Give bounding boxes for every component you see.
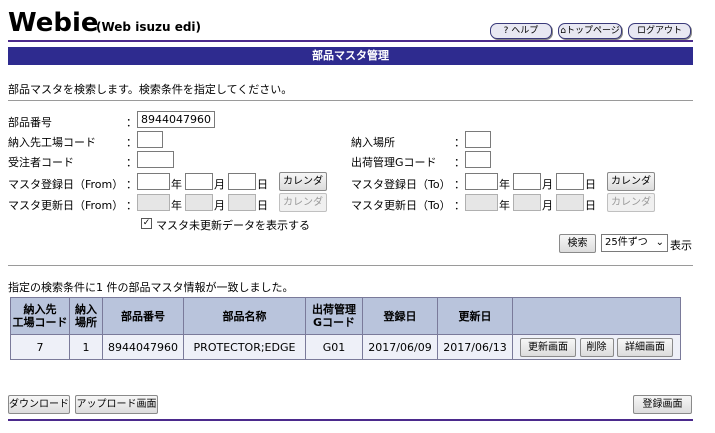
- show-unupdated-label: マスタ未更新データを表示する: [156, 219, 310, 232]
- shipping-g-code-label: 出荷管理Gコード: [351, 156, 437, 169]
- day-label: 日: [585, 199, 596, 212]
- day-label: 日: [257, 199, 268, 212]
- top-page-label: トップページ: [565, 26, 620, 36]
- colon: ：: [126, 156, 137, 169]
- month-label: 月: [214, 199, 225, 212]
- per-page-value: 25件ずつ: [605, 237, 648, 248]
- col-header-part-name: 部品名称: [183, 297, 306, 335]
- cell-updated: 2017/06/13: [437, 334, 513, 360]
- upd-to-calendar-button: カレンダ: [607, 193, 655, 212]
- upd-to-month-input: [513, 194, 541, 211]
- receiver-code-label: 受注者コード: [8, 156, 74, 169]
- cell-plant: 7: [10, 334, 70, 360]
- day-label: 日: [257, 178, 268, 191]
- upd-to-year-input: [465, 194, 498, 211]
- colon: ：: [454, 156, 465, 169]
- reg-to-month-input[interactable]: [513, 173, 541, 190]
- colon: ：: [126, 178, 137, 191]
- reg-from-calendar-button[interactable]: カレンダ: [279, 172, 327, 191]
- divider: [8, 265, 693, 266]
- col-header-updated: 更新日: [437, 297, 513, 335]
- colon: ：: [126, 136, 137, 149]
- upd-from-month-input: [185, 194, 213, 211]
- delivery-place-input[interactable]: [465, 131, 491, 148]
- register-screen-button[interactable]: 登録画面: [633, 395, 692, 414]
- table-header-row: 納入先 工場コード 納入 場所 部品番号 部品名称 出荷管理 Gコード 登録日 …: [10, 297, 681, 335]
- cell-place: 1: [69, 334, 103, 360]
- year-label: 年: [499, 199, 510, 212]
- reg-from-year-input[interactable]: [137, 173, 170, 190]
- header-divider: [8, 40, 693, 42]
- detail-screen-button[interactable]: 詳細画面: [617, 337, 673, 357]
- day-label: 日: [585, 178, 596, 191]
- col-header-registered: 登録日: [362, 297, 438, 335]
- cell-part-no: 8944047960: [102, 334, 184, 360]
- delivery-plant-input[interactable]: [137, 131, 163, 148]
- upd-from-label: マスタ更新日（From）: [8, 199, 124, 212]
- app-logo-subtitle: (Web isuzu edi): [96, 20, 202, 34]
- reg-to-label: マスタ登録日（To）: [351, 178, 451, 191]
- cell-part-name: PROTECTOR;EDGE: [183, 334, 306, 360]
- delivery-place-label: 納入場所: [351, 136, 395, 149]
- year-label: 年: [171, 178, 182, 191]
- upd-from-year-input: [137, 194, 170, 211]
- logout-button[interactable]: ログアウト: [628, 23, 691, 39]
- col-header-g-code: 出荷管理 Gコード: [305, 297, 363, 335]
- per-page-select[interactable]: 25件ずつ ⌄: [601, 234, 668, 252]
- per-page-suffix: 表示: [670, 239, 692, 252]
- show-unupdated-checkbox[interactable]: ✓: [141, 218, 152, 229]
- top-page-button[interactable]: ⌂トップページ: [558, 23, 622, 39]
- month-label: 月: [542, 199, 553, 212]
- footer-divider: [8, 419, 693, 421]
- search-button[interactable]: 検索: [559, 234, 596, 253]
- upd-to-day-input: [556, 194, 584, 211]
- month-label: 月: [214, 178, 225, 191]
- chevron-down-icon: ⌄: [655, 237, 664, 248]
- delete-button[interactable]: 削除: [579, 337, 614, 357]
- month-label: 月: [542, 178, 553, 191]
- upd-to-label: マスタ更新日（To）: [351, 199, 451, 212]
- cell-g-code: G01: [305, 334, 363, 360]
- colon: ：: [454, 178, 465, 191]
- app-logo: Webie: [8, 8, 99, 38]
- col-header-actions: [512, 297, 681, 335]
- reg-to-calendar-button[interactable]: カレンダ: [607, 172, 655, 191]
- receiver-code-input[interactable]: [137, 151, 174, 168]
- result-message: 指定の検索条件に1 件の部品マスタ情報が一致しました。: [8, 281, 294, 294]
- colon: ：: [126, 116, 137, 129]
- cell-actions: 更新画面 削除 詳細画面: [512, 334, 681, 360]
- year-label: 年: [171, 199, 182, 212]
- colon: ：: [126, 199, 137, 212]
- colon: ：: [454, 199, 465, 212]
- col-header-plant: 納入先 工場コード: [10, 297, 70, 335]
- reg-from-month-input[interactable]: [185, 173, 213, 190]
- reg-to-year-input[interactable]: [465, 173, 498, 190]
- year-label: 年: [499, 178, 510, 191]
- update-screen-button[interactable]: 更新画面: [520, 337, 576, 357]
- page-title: 部品マスタ管理: [8, 47, 693, 65]
- cell-registered: 2017/06/09: [362, 334, 438, 360]
- colon: ：: [454, 136, 465, 149]
- part-number-input[interactable]: 8944047960: [137, 111, 215, 128]
- divider: [8, 100, 693, 101]
- upd-from-day-input: [228, 194, 256, 211]
- table-row: 7 1 8944047960 PROTECTOR;EDGE G01 2017/0…: [10, 334, 681, 360]
- upd-from-calendar-button: カレンダ: [279, 193, 327, 212]
- upload-screen-button[interactable]: アップロード画面: [75, 395, 158, 414]
- reg-to-day-input[interactable]: [556, 173, 584, 190]
- shipping-g-code-input[interactable]: [465, 151, 491, 168]
- col-header-place: 納入 場所: [69, 297, 103, 335]
- download-button[interactable]: ダウンロード: [8, 395, 70, 414]
- reg-from-label: マスタ登録日（From）: [8, 178, 124, 191]
- page-description: 部品マスタを検索します。検索条件を指定してください。: [8, 83, 293, 96]
- reg-from-day-input[interactable]: [228, 173, 256, 190]
- delivery-plant-label: 納入先工場コード: [8, 136, 96, 149]
- col-header-part-no: 部品番号: [102, 297, 184, 335]
- results-table: 納入先 工場コード 納入 場所 部品番号 部品名称 出荷管理 Gコード 登録日 …: [10, 297, 681, 360]
- help-button[interactable]: ? ヘルプ: [490, 23, 552, 39]
- part-number-label: 部品番号: [8, 116, 52, 129]
